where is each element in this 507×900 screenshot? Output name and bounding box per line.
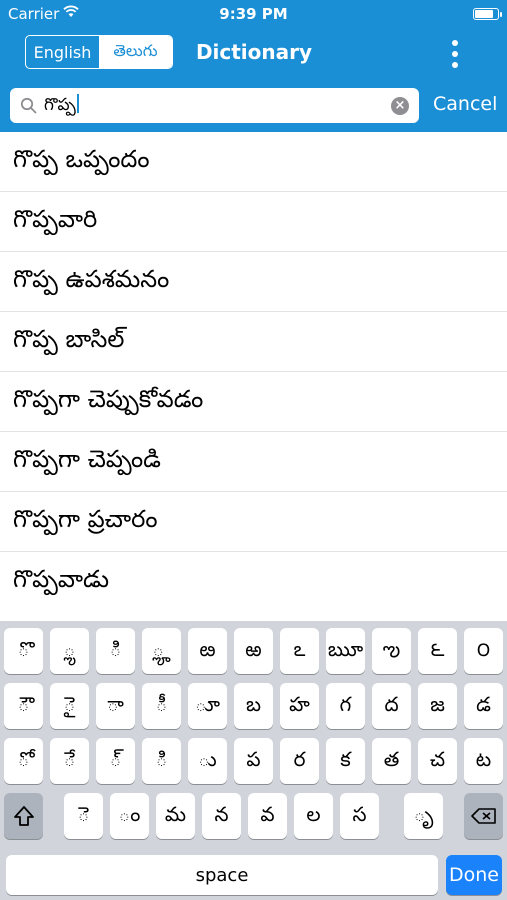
text-caret (76, 94, 79, 113)
list-item[interactable]: గొప్ప ఒప్పందం (0, 132, 507, 192)
keyboard-key[interactable]: క (326, 738, 365, 784)
language-segmented-control[interactable]: English తెలుగు (25, 35, 173, 69)
keyboard-key[interactable]: ే (50, 738, 89, 784)
keyboard-key[interactable]: ి (142, 738, 181, 784)
keyboard-key[interactable]: ౠ (326, 628, 365, 674)
done-button[interactable]: Done (446, 855, 502, 895)
segment-telugu[interactable]: తెలుగు (99, 36, 172, 68)
list-item[interactable]: గొప్పవారి (0, 192, 507, 252)
space-key[interactable]: space (6, 855, 438, 895)
keyboard-key[interactable]: ి (96, 628, 135, 674)
keyboard-key[interactable]: ఴ (188, 628, 227, 674)
keyboard-key[interactable]: జ (418, 683, 457, 729)
keyboard-key[interactable]: వ (248, 793, 287, 839)
keyboard-key[interactable]: స (340, 793, 379, 839)
list-item[interactable]: గొప్పవాడు (0, 552, 507, 612)
shift-icon (13, 806, 34, 826)
keyboard-key[interactable]: ప (234, 738, 273, 784)
keyboard-key[interactable]: హ (280, 683, 319, 729)
list-item[interactable]: గొప్ప బాసిల్ (0, 312, 507, 372)
page-title: Dictionary (195, 40, 313, 64)
delete-icon (470, 808, 496, 824)
list-item[interactable]: గొప్పగా చెప్పుకోవడం (0, 372, 507, 432)
keyboard-key[interactable]: ౌ (4, 683, 43, 729)
keyboard-key[interactable]: ం (110, 793, 149, 839)
keyboard-key[interactable]: ె (64, 793, 103, 839)
keyboard-key[interactable]: ద (372, 683, 411, 729)
keyboard-key[interactable]: ్ (96, 738, 135, 784)
results-list: గొప్ప ఒప్పందం గొప్పవారి గొప్ప ఉపశమనం గొప… (0, 132, 507, 612)
keyboard-key[interactable]: మ (156, 793, 195, 839)
keyboard-key[interactable]: డ (464, 683, 503, 729)
keyboard-key[interactable]: ా (96, 683, 135, 729)
keyboard-key[interactable]: ూ (188, 683, 227, 729)
keyboard-key[interactable]: ు (188, 738, 227, 784)
keyboard-key[interactable]: న (202, 793, 241, 839)
keyboard-key[interactable]: ల (294, 793, 333, 839)
keyboard-key[interactable]: త (372, 738, 411, 784)
keyboard-key[interactable]: ొ (4, 628, 43, 674)
status-bar: Carrier 9:39 PM (0, 0, 507, 28)
keyboard-key[interactable]: ో (4, 738, 43, 784)
keyboard-key[interactable]: ఌ (372, 628, 411, 674)
search-bar: గొప్ప × Cancel (0, 80, 507, 132)
battery-fill (475, 10, 493, 18)
keyboard-key[interactable]: ౬ (418, 628, 457, 674)
list-item[interactable]: గొప్పగా ప్రచారం (0, 492, 507, 552)
keyboard-key[interactable]: ట (464, 738, 503, 784)
delete-key[interactable] (464, 793, 503, 839)
keyboard-key[interactable]: ృ (404, 793, 443, 839)
status-time: 9:39 PM (219, 5, 288, 23)
search-icon (20, 97, 37, 114)
clear-icon[interactable]: × (391, 97, 409, 115)
keyboard-key[interactable]: ీ (142, 683, 181, 729)
search-query-wrap: గొప్ప (44, 94, 79, 119)
search-query: గొప్ప (44, 95, 76, 115)
keyboard-key[interactable]: బ (234, 683, 273, 729)
keyboard-key[interactable]: ై (50, 683, 89, 729)
keyboard-key[interactable]: ఱ (234, 628, 273, 674)
keyboard-key[interactable]: ౢ (50, 628, 89, 674)
keyboard-key[interactable]: చ (418, 738, 457, 784)
shift-key[interactable] (4, 793, 43, 839)
more-vertical-icon[interactable] (445, 38, 465, 70)
keyboard-key[interactable]: ఽ (280, 628, 319, 674)
nav-bar: English తెలుగు Dictionary (0, 28, 507, 80)
segment-english[interactable]: English (26, 36, 99, 68)
keyboard-key[interactable]: ౦ (464, 628, 503, 674)
keyboard-key[interactable]: ర (280, 738, 319, 784)
telugu-keyboard: ొ ౢ ి ౣ ఴ ఱ ఽ ౠ ఌ ౬ ౦ ౌ ై ా ీ ూ బ హ గ ద … (0, 621, 507, 900)
list-item[interactable]: గొప్పగా చెప్పండి (0, 432, 507, 492)
keyboard-key[interactable]: ౣ (142, 628, 181, 674)
cancel-button[interactable]: Cancel (433, 93, 497, 115)
battery-icon (473, 8, 502, 20)
list-item[interactable]: గొప్ప ఉపశమనం (0, 252, 507, 312)
search-input[interactable]: గొప్ప × (10, 88, 419, 123)
keyboard-key[interactable]: గ (326, 683, 365, 729)
